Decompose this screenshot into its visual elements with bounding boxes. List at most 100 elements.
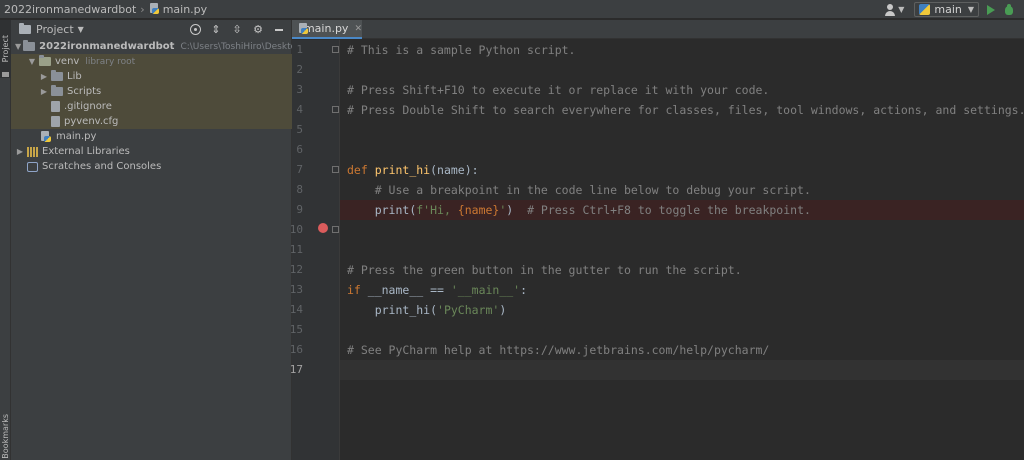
code-string: '__main__' (450, 283, 521, 297)
code-text: ) (506, 203, 528, 217)
chevron-down-icon[interactable]: ▼ (15, 42, 21, 51)
user-icon[interactable] (884, 3, 896, 16)
line-number: 8 (296, 183, 303, 196)
project-view-select[interactable]: Project (36, 23, 74, 36)
code-keyword: if (347, 283, 361, 297)
tree-item-path: C:\Users\ToshiHiro\Desktop\Pytho (180, 41, 292, 52)
tree-item-pyvenv[interactable]: pyvenv.cfg (11, 114, 292, 129)
line-number: 14 (289, 303, 303, 316)
code-comment: # Use a breakpoint in the code line belo… (374, 183, 811, 197)
project-panel-tools: ⇕ ⇳ ⚙ (181, 20, 285, 39)
line-number: 2 (296, 63, 303, 76)
tree-item-note: library root (85, 56, 136, 67)
tree-item-scripts[interactable]: ▶ Scripts (11, 84, 292, 99)
project-panel-header: Project ▼ ⇕ ⇳ ⚙ (11, 20, 291, 39)
line-number-current: 17 (289, 363, 303, 376)
run-configuration-select[interactable]: main ▼ (914, 2, 979, 17)
folder-icon (51, 70, 63, 81)
expand-all-icon[interactable]: ⇕ (210, 23, 222, 36)
code-string: 'PyCharm' (437, 303, 500, 317)
project-tool-tab[interactable]: Project (0, 20, 11, 78)
folder-icon (23, 40, 36, 51)
line-number: 16 (289, 343, 303, 356)
code-comment: # This is a sample Python script. (347, 43, 576, 57)
code-line: # Press Shift+F10 to execute it or repla… (340, 80, 1024, 100)
breadcrumb-project[interactable]: 2022ironmanedwardbot (4, 3, 136, 16)
chevron-down-icon[interactable]: ▼ (78, 25, 84, 34)
editor-tab-bar: main.py ✕ (292, 20, 1024, 39)
code-comment: # Press Double Shift to search everywher… (347, 103, 1024, 117)
code-line: # Use a breakpoint in the code line belo… (340, 180, 1024, 200)
code-text: ) (499, 303, 507, 317)
bookmarks-tool-tab-label: Bookmarks (1, 413, 10, 459)
code-line: # Press the green button in the gutter t… (340, 260, 1024, 280)
code-line: def print_hi(name): (340, 160, 1024, 180)
bookmarks-tool-tab[interactable]: Bookmarks (0, 412, 11, 460)
code-comment: # Press the green button in the gutter t… (347, 263, 742, 277)
navigation-bar: 2022ironmanedwardbot › main.py ▼ main ▼ (0, 0, 1024, 19)
python-icon (919, 4, 931, 15)
tree-item-external-libraries[interactable]: ▶ External Libraries (11, 144, 292, 159)
code-comment: # See PyCharm help at https://www.jetbra… (347, 343, 770, 357)
tree-item-label: Scripts (67, 86, 102, 97)
run-icon[interactable] (987, 4, 995, 15)
fold-icon[interactable] (332, 46, 339, 53)
code-fstring-expr: {name} (457, 203, 500, 217)
folder-icon (19, 23, 31, 34)
code-text: (name): (430, 163, 479, 177)
line-number: 5 (296, 123, 303, 136)
python-file-icon (41, 131, 52, 142)
code-area[interactable]: # This is a sample Python script. # Pres… (340, 40, 1024, 460)
code-line-breakpoint: print(f'Hi, {name}') # Press Ctrl+F8 to … (340, 200, 1024, 220)
tool-window-icon (2, 72, 9, 77)
hide-icon[interactable] (273, 24, 285, 36)
left-tool-strip: Project Bookmarks (0, 20, 11, 460)
library-icon (27, 146, 38, 157)
line-number: 11 (289, 243, 303, 256)
tree-item-project-root[interactable]: ▼ 2022ironmanedwardbot C:\Users\ToshiHir… (11, 39, 292, 54)
close-icon[interactable]: ✕ (354, 24, 362, 34)
line-number: 4 (296, 103, 303, 116)
navbar-actions: ▼ main ▼ (884, 0, 1024, 19)
tree-item-main-py[interactable]: main.py (11, 129, 292, 144)
file-icon (51, 116, 60, 127)
code-text: print_hi( (374, 303, 438, 317)
tab-main-py[interactable]: main.py ✕ (292, 20, 362, 39)
fold-icon[interactable] (332, 226, 339, 233)
fold-icon[interactable] (332, 166, 339, 173)
breakpoint-icon[interactable] (318, 223, 328, 233)
folder-icon (39, 55, 51, 66)
chevron-down-icon[interactable]: ▼ (898, 5, 904, 14)
tree-item-gitignore[interactable]: .gitignore (11, 99, 292, 114)
locate-file-icon[interactable] (190, 24, 201, 35)
code-line: # This is a sample Python script. (340, 40, 1024, 60)
debug-icon[interactable] (1004, 4, 1014, 15)
project-panel: Project ▼ ⇕ ⇳ ⚙ ▼ 2022ironmanedwardbot C… (11, 20, 292, 460)
collapse-all-icon[interactable]: ⇳ (231, 23, 243, 36)
tree-item-label: Lib (67, 71, 82, 82)
tree-item-label: venv (55, 56, 80, 67)
tree-item-lib[interactable]: ▶ Lib (11, 69, 292, 84)
tree-item-venv[interactable]: ▼ venv library root (11, 54, 292, 69)
editor-gutter[interactable]: 1 2 3 4 5 6 7 8 9 10 11 12 13 14 15 16 1… (290, 40, 340, 460)
line-number: 1 (296, 43, 303, 56)
chevron-right-icon[interactable]: ▶ (39, 87, 49, 96)
code-text: : (520, 283, 528, 297)
fold-icon[interactable] (332, 106, 339, 113)
chevron-right-icon[interactable]: ▶ (39, 72, 49, 81)
chevron-right-icon[interactable]: ▶ (15, 147, 25, 156)
code-comment: # Press Ctrl+F8 to toggle the breakpoint… (527, 203, 811, 217)
tree-item-scratches[interactable]: Scratches and Consoles (11, 159, 292, 174)
chevron-down-icon: ▼ (967, 5, 974, 14)
code-line: if __name__ == '__main__': (340, 280, 1024, 300)
breadcrumb-file[interactable]: main.py (163, 3, 207, 16)
tree-item-label: .gitignore (64, 101, 112, 112)
tab-label: main.py (303, 22, 349, 35)
code-line: # Press Double Shift to search everywher… (340, 100, 1024, 120)
line-number: 13 (289, 283, 303, 296)
tree-item-label: Scratches and Consoles (42, 161, 162, 172)
tree-item-label: main.py (56, 131, 97, 142)
scratches-icon (27, 161, 38, 172)
gear-icon[interactable]: ⚙ (252, 23, 264, 36)
chevron-down-icon[interactable]: ▼ (27, 57, 37, 66)
